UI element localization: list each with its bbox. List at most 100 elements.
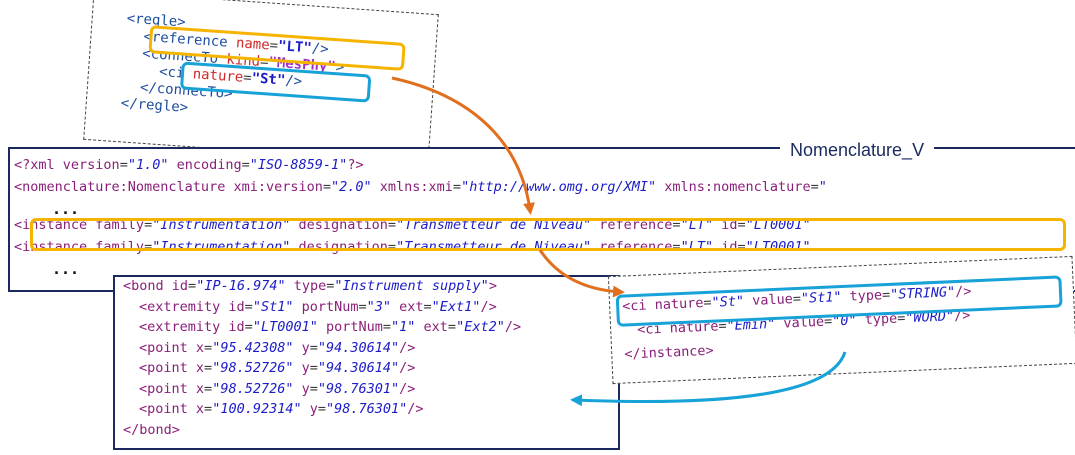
code-token: "98.52726"	[212, 360, 294, 376]
code-token: id	[228, 298, 245, 315]
code-token: <nomenclature:Nomenclature	[14, 179, 234, 195]
code-token: <?xml	[14, 157, 63, 173]
code-token: reference	[591, 217, 673, 233]
code-line: </instance>	[623, 342, 714, 363]
code-token: "94.30614"	[317, 360, 400, 376]
code-line: <?xml version="1.0" encoding="ISO-8859-1…	[14, 157, 364, 173]
code-token: />	[399, 360, 416, 376]
code-token: x	[195, 401, 205, 417]
code-token: =	[322, 179, 331, 195]
code-token: name	[235, 35, 271, 54]
ellipsis-bottom: ...	[52, 260, 80, 278]
code-token: <point	[139, 360, 196, 376]
code-line: <instance family="Instrumentation" desig…	[14, 217, 811, 233]
code-token: >	[335, 59, 345, 76]
code-token: "94.30614"	[317, 339, 400, 356]
code-token: =	[737, 217, 746, 233]
code-token: =	[188, 278, 197, 294]
code-token: =	[204, 401, 213, 417]
code-token: x	[195, 339, 205, 356]
code-token: <regle>	[126, 10, 187, 31]
code-token: id	[713, 217, 738, 233]
code-token: family	[95, 239, 145, 255]
code-line: <point x="98.52726" y="94.30614"/>	[139, 360, 416, 376]
code-token: =	[672, 217, 681, 233]
code-token: ?>	[347, 157, 364, 173]
code-token: "http://www.omg.org/XMI"	[461, 179, 657, 195]
code-token: "Ext1"	[431, 298, 481, 315]
code-token: type	[285, 278, 327, 294]
code-token: <instance	[14, 217, 96, 233]
code-token: "2.0"	[331, 179, 372, 195]
code-token: xmi:version	[233, 179, 323, 195]
code-token: id	[171, 278, 189, 294]
code-token: <instance	[14, 239, 96, 255]
code-line: <ci nature="Emin" value="0" type="WORD"/…	[636, 307, 971, 338]
code-token: x	[195, 360, 205, 376]
code-token: "St"	[251, 70, 286, 89]
code-token: "St"	[711, 293, 745, 311]
code-token: =	[452, 179, 462, 195]
code-token: =	[204, 360, 213, 376]
code-token: "100.92314"	[212, 401, 302, 417]
code-token: value	[743, 291, 794, 310]
code-token: ext	[391, 298, 424, 315]
code-token: =	[244, 319, 253, 335]
code-token: =	[144, 217, 153, 233]
code-token: x	[195, 380, 205, 397]
code-line: <extremity id="LT0001" portNum="1" ext="…	[139, 319, 522, 335]
code-token: =	[309, 380, 318, 397]
code-token: version	[62, 157, 120, 173]
code-token: y	[293, 360, 310, 376]
code-token: portNum	[293, 298, 359, 315]
code-token: </regle>	[120, 95, 189, 116]
code-token: <ci	[636, 320, 671, 338]
code-token: =	[810, 179, 819, 195]
code-token: <bond	[123, 278, 172, 294]
code-token: family	[95, 217, 145, 233]
code-token: =	[317, 401, 326, 417]
code-token: designation	[290, 239, 388, 255]
code-token: "Transmetteur de Niveau"	[396, 239, 592, 255]
code-token: kind	[225, 51, 261, 70]
code-token: "	[818, 179, 827, 195]
code-token: id	[228, 319, 245, 335]
code-token: =	[387, 217, 397, 233]
code-token: <point	[139, 339, 196, 356]
code-token: </instance>	[623, 342, 714, 363]
code-line: <instance family="Instrumentation" desig…	[14, 239, 811, 255]
code-token: "98.76301"	[317, 380, 400, 397]
code-token: designation	[290, 217, 388, 233]
code-token: "Instrumentation"	[152, 217, 291, 233]
code-token: "Instrument supply"	[334, 278, 489, 294]
code-token: />	[399, 339, 416, 356]
code-token: =	[241, 157, 250, 173]
code-token: "98.76301"	[326, 401, 408, 417]
code-token: "3"	[366, 298, 392, 315]
code-token: =	[119, 157, 128, 173]
code-token: type	[841, 287, 883, 306]
code-token: xmlns:xmi	[371, 179, 453, 195]
code-token: xmlns:nomenclature	[656, 179, 811, 195]
code-token: =	[204, 380, 213, 397]
code-token: "St1"	[800, 289, 842, 307]
code-token: =	[423, 298, 432, 315]
code-token: y	[293, 339, 310, 356]
code-token: =	[204, 339, 213, 356]
code-token: <ci	[158, 63, 194, 83]
code-token: <point	[139, 380, 196, 397]
code-token: "Instrumentation"	[152, 239, 291, 255]
code-token: "98.52726"	[212, 380, 294, 397]
code-token: nature	[654, 295, 704, 314]
code-token: "STRING"	[889, 284, 956, 303]
code-token: value	[774, 313, 825, 332]
code-token: />	[399, 380, 416, 397]
code-token: "1"	[391, 319, 416, 335]
code-token: />	[504, 319, 522, 335]
code-token: "WORD"	[904, 308, 955, 327]
code-token: y	[301, 401, 318, 417]
code-token: "Transmetteur de Niveau"	[396, 217, 592, 233]
code-line: <point x="95.42308" y="94.30614"/>	[139, 339, 416, 356]
code-token: />	[311, 40, 330, 58]
code-token: portNum	[317, 319, 383, 335]
